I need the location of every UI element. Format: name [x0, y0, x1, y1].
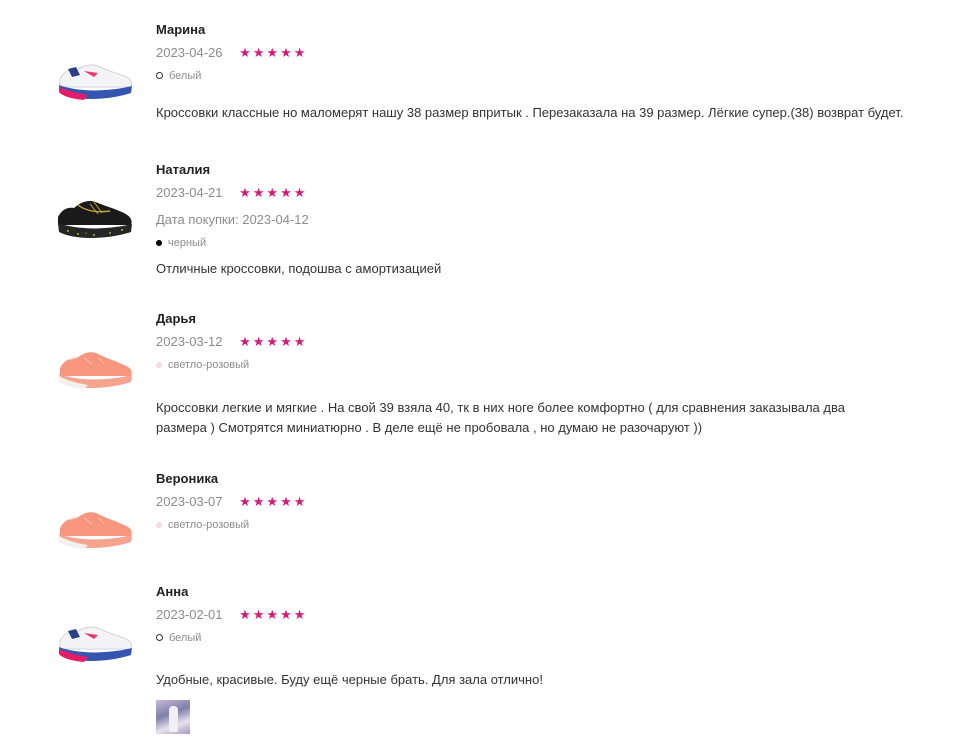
review-photo[interactable]: [156, 700, 190, 734]
review-author: Вероника: [156, 471, 219, 486]
review-date: 2023-04-26: [156, 45, 223, 60]
sneaker-coral-icon[interactable]: [54, 338, 134, 398]
review-text: Удобные, красивые. Буду ещё черные брать…: [156, 672, 543, 687]
color-option: светло-розовый: [156, 357, 918, 373]
color-name: светло-розовый: [168, 359, 250, 371]
color-option: белый: [156, 68, 918, 84]
reviews-list: Марина 2023-04-26 ★★★★★ белый Кроссовки …: [0, 0, 958, 740]
color-option: светло-розовый: [156, 517, 918, 533]
color-dot-icon: [156, 72, 163, 79]
color-dot-icon: [156, 240, 162, 246]
review-author: Марина: [156, 22, 206, 37]
review-text: Кроссовки легкие и мягкие . На свой 39 в…: [156, 400, 845, 435]
color-dot-icon: [156, 634, 163, 641]
review-date: 2023-03-12: [156, 334, 223, 349]
star-icon: ★★★★★: [239, 607, 308, 622]
color-name: белый: [169, 70, 202, 82]
rating-stars: ★★★★★: [239, 493, 307, 511]
review-author: Наталия: [156, 162, 211, 177]
color-option: белый: [156, 630, 918, 646]
review-text: Кроссовки классные но маломерят нашу 38 …: [156, 105, 904, 120]
review-author: Дарья: [156, 311, 197, 326]
purchase-date: Дата покупки: 2023-04-12: [156, 212, 309, 227]
rating-stars: ★★★★★: [239, 44, 307, 62]
color-name: черный: [168, 237, 207, 249]
rating-stars: ★★★★★: [239, 333, 307, 351]
color-name: белый: [169, 632, 202, 644]
color-name: светло-розовый: [168, 519, 250, 531]
rating-stars: ★★★★★: [239, 184, 307, 202]
color-dot-icon: [156, 362, 162, 368]
sneaker-white-pink-blue-icon[interactable]: [54, 49, 134, 109]
star-icon: ★★★★★: [239, 334, 308, 349]
star-icon: ★★★★★: [239, 494, 308, 509]
rating-stars: ★★★★★: [239, 606, 307, 624]
review-date: 2023-03-07: [156, 494, 223, 509]
review-author: Анна: [156, 584, 189, 599]
color-dot-icon: [156, 522, 162, 528]
sneaker-white-pink-blue-icon[interactable]: [54, 611, 134, 671]
color-option: черный: [156, 235, 918, 251]
review-text: Отличные кроссовки, подошва с амортизаци…: [156, 261, 442, 276]
sneaker-black-gold-icon[interactable]: [54, 187, 134, 247]
sneaker-coral-icon[interactable]: [54, 498, 134, 558]
star-icon: ★★★★★: [239, 185, 308, 200]
review-date: 2023-02-01: [156, 607, 223, 622]
review-date: 2023-04-21: [156, 185, 223, 200]
star-icon: ★★★★★: [239, 45, 308, 60]
